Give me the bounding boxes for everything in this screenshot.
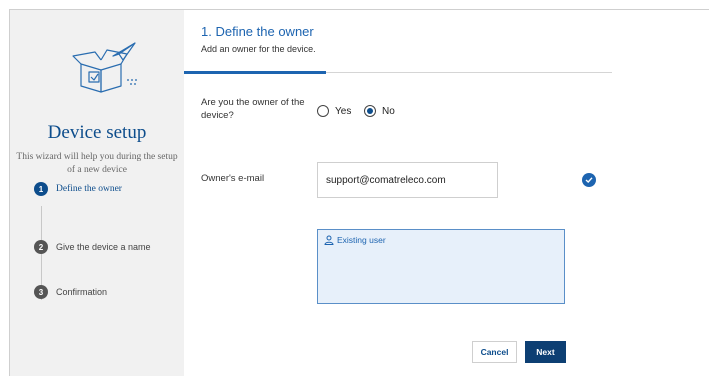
radio-yes-label: Yes (335, 105, 352, 117)
step-label: Define the owner (56, 184, 122, 194)
existing-user-header: Existing user (324, 235, 386, 245)
email-field[interactable] (317, 162, 498, 198)
wizard-sidebar: Device setup This wizard will help you d… (10, 10, 184, 376)
check-circle-icon (582, 173, 596, 187)
next-button[interactable]: Next (525, 341, 566, 363)
package-paper-plane-icon (72, 42, 137, 93)
radio-circle[interactable] (317, 105, 329, 117)
wizard-subtitle: This wizard will help you during the set… (16, 152, 178, 175)
step-number: 2 (34, 240, 48, 254)
email-label: Owner's e-mail (201, 173, 265, 184)
step-confirmation[interactable]: 3 Confirmation (34, 284, 107, 300)
step-number: 1 (34, 182, 48, 196)
step-number: 3 (34, 285, 48, 299)
owner-question-label: Are you the owner of the device? (201, 97, 305, 121)
wizard-title: Device setup (47, 122, 147, 143)
section-subtitle: Add an owner for the device. (201, 44, 316, 54)
user-icon (324, 235, 334, 245)
step-label: Confirmation (56, 287, 108, 297)
step-device-name[interactable]: 2 Give the device a name (34, 239, 151, 255)
radio-no[interactable]: No (364, 105, 395, 117)
wizard-content: 1. Define the owner Add an owner for the… (184, 10, 709, 376)
step-define-owner[interactable]: 1 Define the owner (34, 181, 122, 197)
existing-user-label: Existing user (337, 235, 386, 245)
radio-no-label: No (382, 105, 395, 117)
section-title: 1. Define the owner (201, 24, 314, 39)
step-label: Give the device a name (56, 242, 151, 252)
radio-yes[interactable]: Yes (317, 105, 351, 117)
cancel-button[interactable]: Cancel (472, 341, 517, 363)
existing-user-panel[interactable]: Existing user (317, 229, 565, 304)
radio-circle-selected[interactable] (364, 105, 376, 117)
progress-indicator (184, 71, 326, 74)
